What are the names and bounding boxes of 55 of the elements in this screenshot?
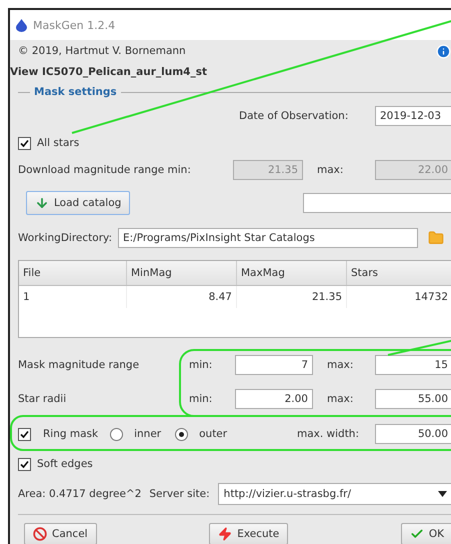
table-cell: 1 (19, 286, 127, 308)
radio-label: outer (199, 428, 228, 440)
min-input[interactable]: 7 (235, 355, 313, 375)
date-input[interactable]: 2019-12-03 (375, 106, 451, 126)
checkbox[interactable] (18, 428, 31, 440)
cancel-button[interactable]: Cancel (24, 523, 97, 544)
field-label: Star radii (18, 393, 68, 405)
checkbox-label: All stars (37, 137, 80, 149)
width-input[interactable]: 50.00 (375, 424, 451, 444)
max-label: max: (316, 164, 344, 176)
min-label: min: (189, 393, 214, 405)
table-cell: 21.35 (237, 286, 347, 308)
max-input[interactable]: 55.00 (375, 389, 451, 409)
column-header[interactable]: File (19, 261, 127, 285)
server-label: Server site: (149, 488, 210, 500)
radio-button[interactable] (110, 428, 124, 440)
min-label: min: (189, 359, 214, 371)
max-input[interactable]: 15 (375, 355, 451, 375)
table-cell: 8.47 (127, 286, 237, 308)
checkbox-label: Ring mask (43, 428, 98, 440)
checkbox[interactable] (18, 136, 31, 150)
copyright-text: © 2019, Hartmut V. Bornemann (18, 45, 186, 57)
max-label: max: (326, 359, 354, 371)
info-icon[interactable] (436, 44, 451, 58)
column-header[interactable]: MaxMag (237, 261, 347, 285)
cancel-icon (33, 527, 47, 541)
width-label: max. width: (296, 428, 359, 440)
ok-button[interactable]: OK (400, 523, 451, 544)
execute-button[interactable]: Execute (209, 523, 288, 544)
download-icon (35, 196, 49, 210)
column-header[interactable]: MinMag (127, 261, 237, 285)
column-header[interactable]: Stars (347, 261, 451, 285)
checkbox-label: Soft edges (37, 458, 93, 470)
checkbox[interactable] (18, 458, 31, 470)
caret-icon (438, 491, 447, 497)
radio-button[interactable] (175, 428, 188, 440)
field-label: Mask magnitude range (18, 359, 140, 371)
group-legend: Mask settings (34, 86, 117, 98)
field-label: WorkingDirectory: (18, 232, 112, 244)
field-label: Download magnitude range min: (18, 164, 192, 176)
server-select[interactable]: http://vizier.u-strasbg.fr/ (218, 483, 451, 505)
area-text: Area: 0.4717 degree^2 (18, 488, 142, 500)
app-icon (16, 18, 27, 32)
min-input[interactable]: 2.00 (235, 389, 313, 409)
load-catalog-button[interactable]: Load catalog (26, 191, 130, 215)
radio-label: inner (134, 428, 162, 440)
max-label: max: (326, 393, 354, 405)
window-title: MaskGen 1.2.4 (33, 18, 116, 32)
directory-input[interactable]: E:/Programs/PixInsight Star Catalogs (118, 228, 418, 248)
lightning-icon (218, 527, 232, 541)
view-name: View IC5070_Pelican_aur_lum4_st (10, 66, 207, 78)
date-label: Date of Observation: (239, 110, 350, 122)
annotation-line (388, 339, 451, 356)
check-icon (410, 527, 424, 541)
table-cell: 14732 (347, 286, 451, 308)
